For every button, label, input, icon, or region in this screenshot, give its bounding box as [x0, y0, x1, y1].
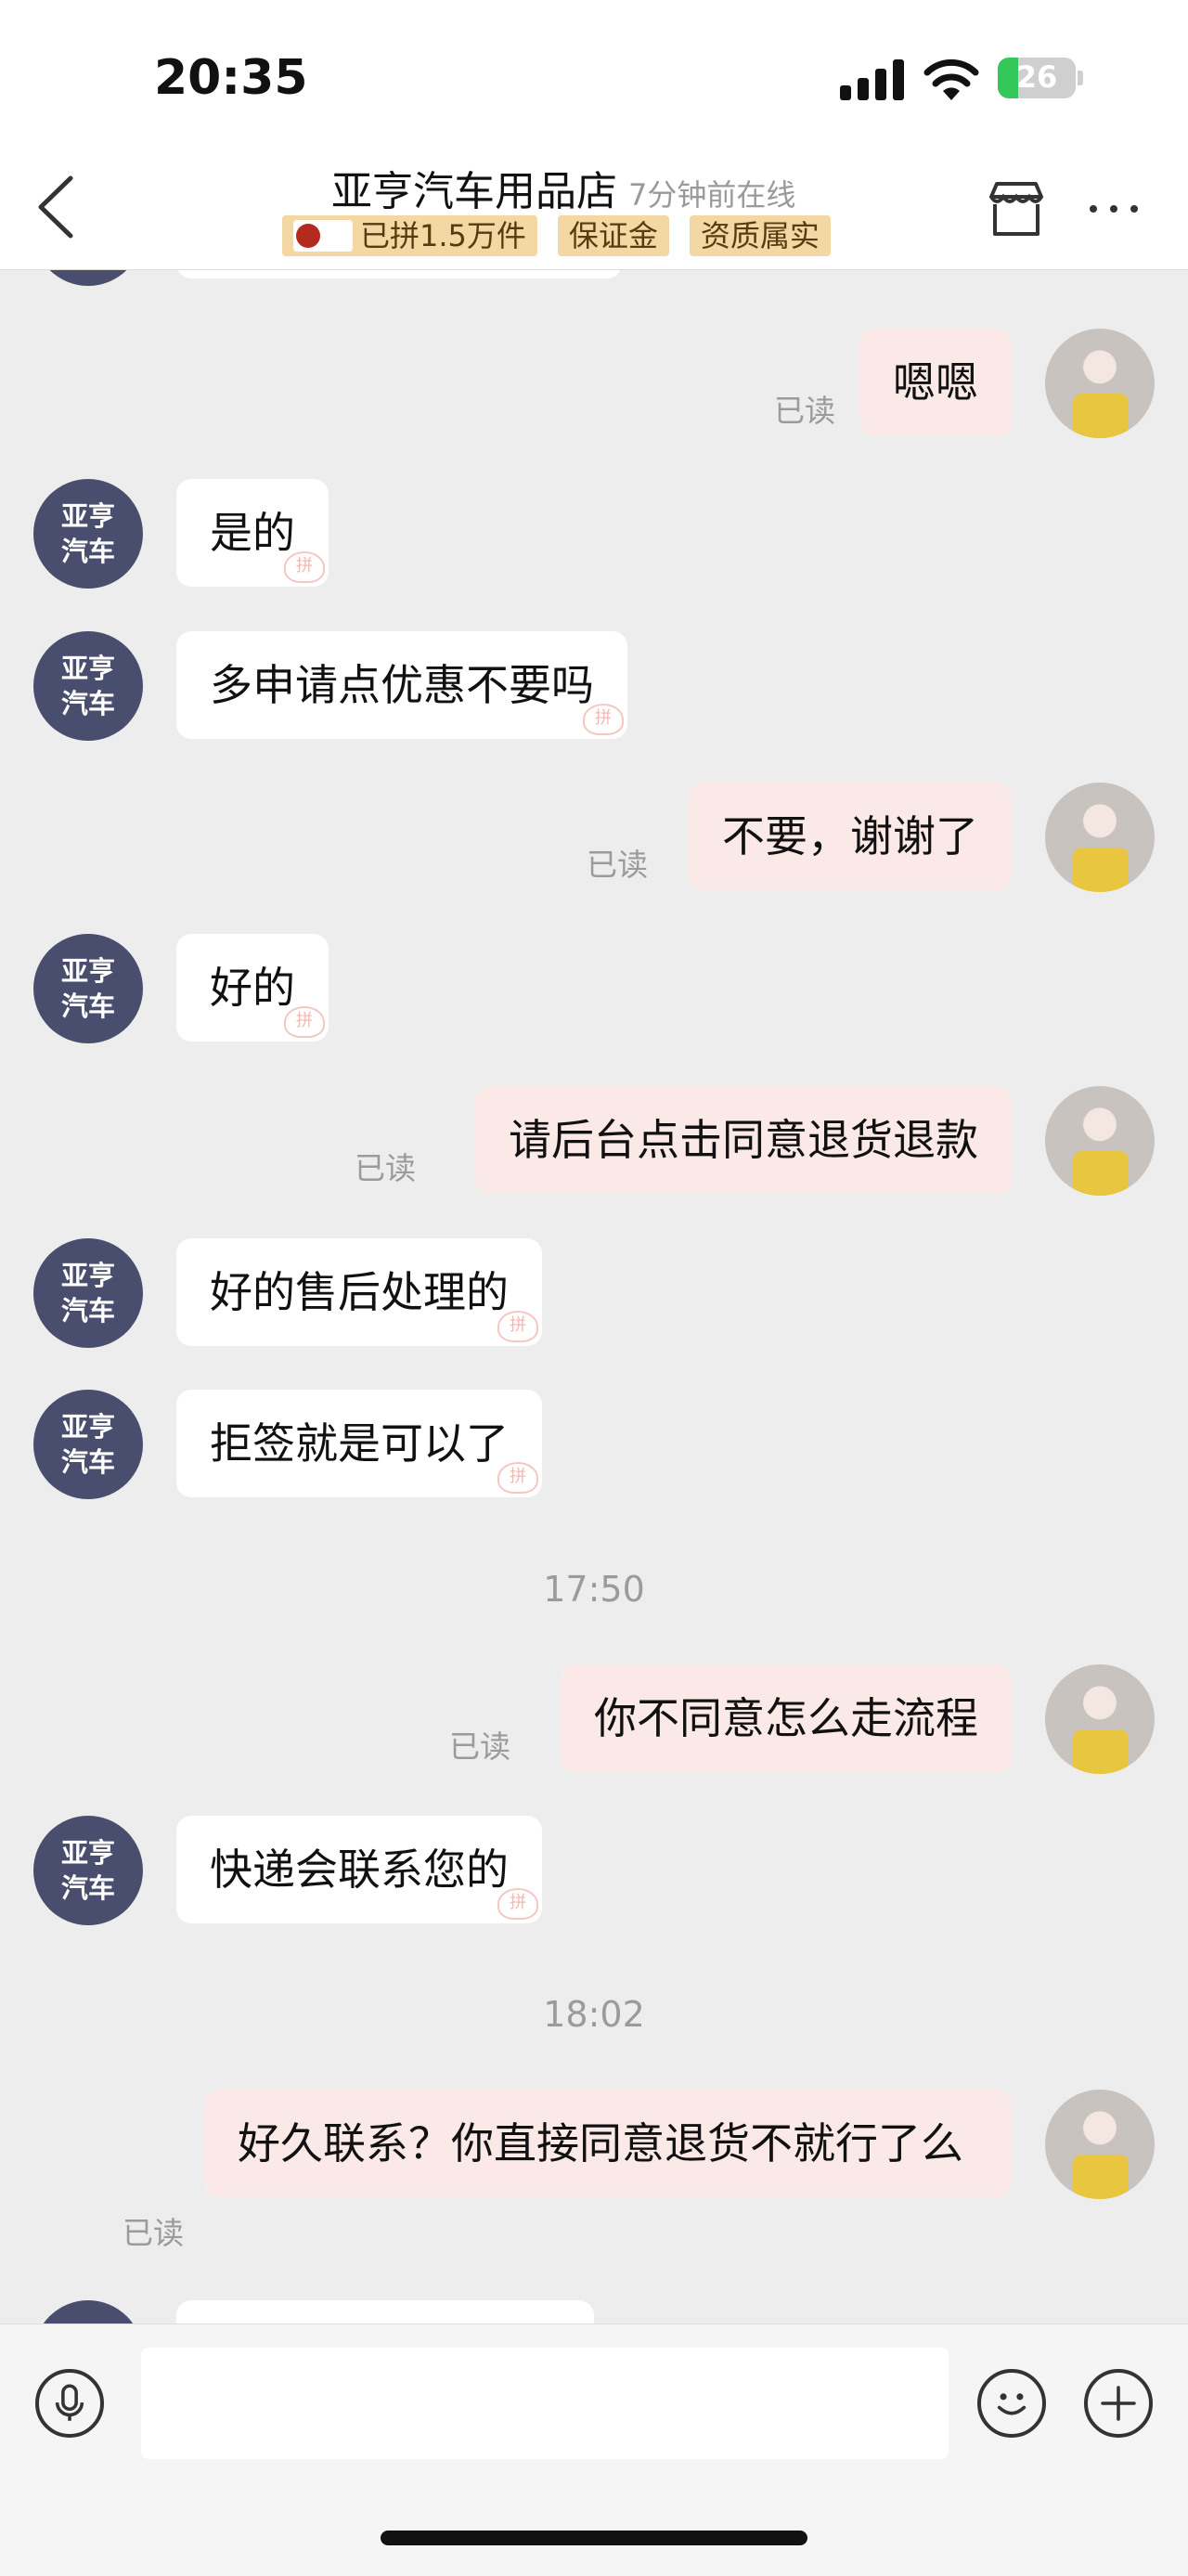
shop-avatar-text-line2: 汽车 — [60, 1446, 115, 1478]
back-arrow-icon[interactable] — [33, 173, 80, 241]
status-time: 20:35 — [154, 50, 308, 106]
badge-label: 资质属实 — [700, 218, 820, 253]
online-status: 7分钟前在线 — [628, 177, 796, 213]
my-avatar[interactable] — [1045, 1664, 1155, 1774]
pin-stamp-icon: 拼 — [497, 1462, 538, 1494]
read-receipt: 已读 — [355, 1150, 416, 1186]
chat-timestamp: 17:50 — [543, 1569, 645, 1610]
shop-message-bubble[interactable]: 是的 拼 — [176, 479, 329, 587]
more-icon[interactable] — [1086, 195, 1142, 223]
store-icon[interactable] — [986, 180, 1047, 238]
my-message-bubble[interactable]: 你不同意怎么走流程 — [561, 1664, 1012, 1772]
message-text: 是的 — [210, 508, 295, 558]
shop-avatar-text-line1: 亚亨 — [60, 500, 115, 532]
battery-icon: 26 — [998, 58, 1076, 98]
shop-avatar-text-line2: 汽车 — [60, 990, 115, 1022]
message-text: 拒签就是可以了 — [210, 1418, 509, 1469]
shop-avatar[interactable]: 亚亨 汽车 — [33, 479, 143, 589]
my-avatar[interactable] — [1045, 1086, 1155, 1196]
shop-avatar-text-line2: 汽车 — [60, 688, 115, 719]
home-indicator[interactable] — [381, 2531, 807, 2545]
chat-header: 20:35 26 亚亨汽车用品店 7分钟前在线 已拼1.5万件 保证金 资质属实 — [0, 0, 1188, 270]
shop-avatar[interactable]: 亚亨 汽车 — [33, 1816, 143, 1925]
message-text: 多申请点优惠不要吗 — [210, 660, 594, 710]
shop-avatar-text-line2: 汽车 — [60, 1872, 115, 1904]
battery-tip — [1078, 71, 1083, 85]
badge-verified: 资质属实 — [689, 215, 831, 256]
pin-stamp-icon: 拼 — [497, 1311, 538, 1342]
message-text: 好的售后处理的 — [210, 1267, 509, 1317]
header-title[interactable]: 亚亨汽车用品店 7分钟前在线 — [331, 158, 795, 217]
pin-stamp-icon: 拼 — [284, 551, 325, 583]
badge-label: 已拼1.5万件 — [360, 218, 526, 253]
message-input[interactable] — [141, 2348, 949, 2459]
shop-message-bubble[interactable]: 拒签就是可以了 拼 — [176, 1390, 542, 1497]
badge-label: 保证金 — [568, 218, 658, 253]
badge-deposit: 保证金 — [557, 215, 669, 256]
cellular-signal-icon — [840, 59, 904, 100]
shop-avatar-text-line1: 亚亨 — [60, 1260, 115, 1291]
shop-message-bubble[interactable]: 多申请点优惠不要吗 拼 — [176, 631, 627, 739]
pin-stamp-icon: 拼 — [284, 1006, 325, 1038]
shop-message-bubble[interactable]: 好的售后处理的 拼 — [176, 1238, 542, 1346]
shop-avatar-text-line1: 亚亨 — [60, 1837, 115, 1869]
my-message-bubble[interactable]: 嗯嗯 — [859, 329, 1012, 436]
my-message-bubble[interactable]: 不要，谢谢了 — [689, 783, 1012, 890]
plus-icon[interactable] — [1084, 2369, 1153, 2438]
shop-avatar-text-line2: 汽车 — [60, 536, 115, 567]
read-receipt: 已读 — [449, 1728, 510, 1765]
message-text: 快递会联系您的 — [210, 1845, 509, 1895]
store-name: 亚亨汽车用品店 — [331, 168, 617, 215]
chat-timestamp: 18:02 — [543, 1994, 645, 2035]
shop-avatar[interactable]: 亚亨 汽车 — [33, 934, 143, 1043]
read-receipt: 已读 — [774, 393, 835, 429]
product-thumbnail-icon — [293, 220, 353, 252]
shop-message-bubble[interactable]: 快递会联系您的 拼 — [176, 1816, 542, 1923]
shop-avatar-text-line1: 亚亨 — [60, 955, 115, 987]
emoji-icon[interactable] — [977, 2369, 1046, 2438]
my-avatar[interactable] — [1045, 783, 1155, 892]
shop-message-bubble[interactable]: 好的 拼 — [176, 934, 329, 1042]
shop-avatar-text-line1: 亚亨 — [60, 653, 115, 684]
shop-avatar-text-line1: 亚亨 — [60, 1411, 115, 1443]
shop-avatar[interactable]: 亚亨 汽车 — [33, 1238, 143, 1348]
message-text: 好的 — [210, 963, 295, 1013]
wifi-icon — [923, 58, 979, 100]
chat-message-list[interactable]: 已读 嗯嗯 亚亨 汽车 是的 拼 亚亨 汽车 多申请点优惠不要吗 拼 已读 不要… — [0, 0, 1188, 2410]
shop-avatar[interactable]: 亚亨 汽车 — [33, 1390, 143, 1499]
badge-sold-count: 已拼1.5万件 — [282, 215, 537, 256]
read-receipt: 已读 — [587, 847, 648, 883]
my-message-bubble[interactable]: 请后台点击同意退货退款 — [475, 1086, 1012, 1194]
my-message-bubble[interactable]: 好久联系？你直接同意退货不就行了么 — [204, 2090, 1012, 2197]
voice-icon[interactable] — [35, 2369, 104, 2438]
shop-avatar-text-line2: 汽车 — [60, 1295, 115, 1327]
my-avatar[interactable] — [1045, 2090, 1155, 2199]
pin-stamp-icon: 拼 — [497, 1888, 538, 1920]
shop-avatar[interactable]: 亚亨 汽车 — [33, 631, 143, 741]
battery-level: 26 — [1015, 59, 1058, 95]
my-avatar[interactable] — [1045, 329, 1155, 438]
pin-stamp-icon: 拼 — [583, 704, 624, 735]
store-badges: 已拼1.5万件 保证金 资质属实 — [282, 215, 831, 256]
read-receipt: 已读 — [123, 2215, 184, 2251]
